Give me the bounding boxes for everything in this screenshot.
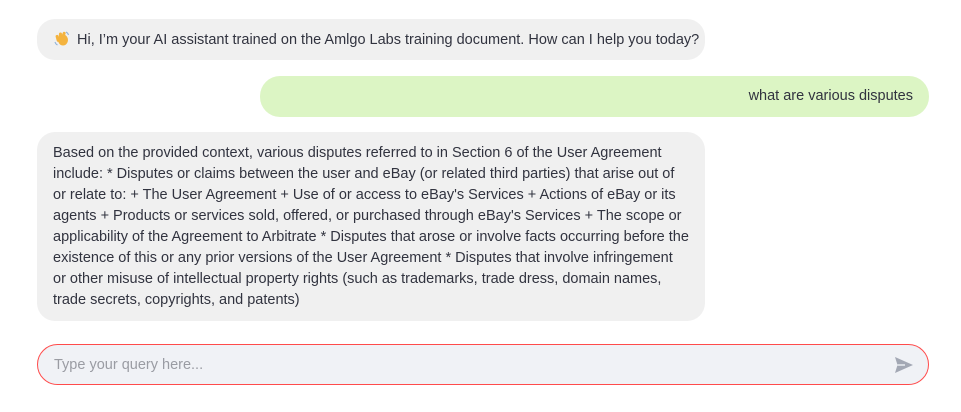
assistant-message: Based on the provided context, various d… xyxy=(37,132,705,321)
waving-hand-icon xyxy=(53,29,73,54)
assistant-message-text: Hi, I’m your AI assistant trained on the… xyxy=(77,32,700,48)
assistant-message-text: Based on the provided context, various d… xyxy=(53,145,689,308)
chat-input-container xyxy=(37,344,929,385)
user-message-text: what are various disputes xyxy=(748,88,913,104)
assistant-message: Hi, I’m your AI assistant trained on the… xyxy=(37,19,705,60)
user-message: what are various disputes xyxy=(260,76,929,117)
query-input[interactable] xyxy=(54,345,884,384)
send-icon[interactable] xyxy=(892,353,916,377)
chat-page: Hi, I’m your AI assistant trained on the… xyxy=(0,0,961,412)
